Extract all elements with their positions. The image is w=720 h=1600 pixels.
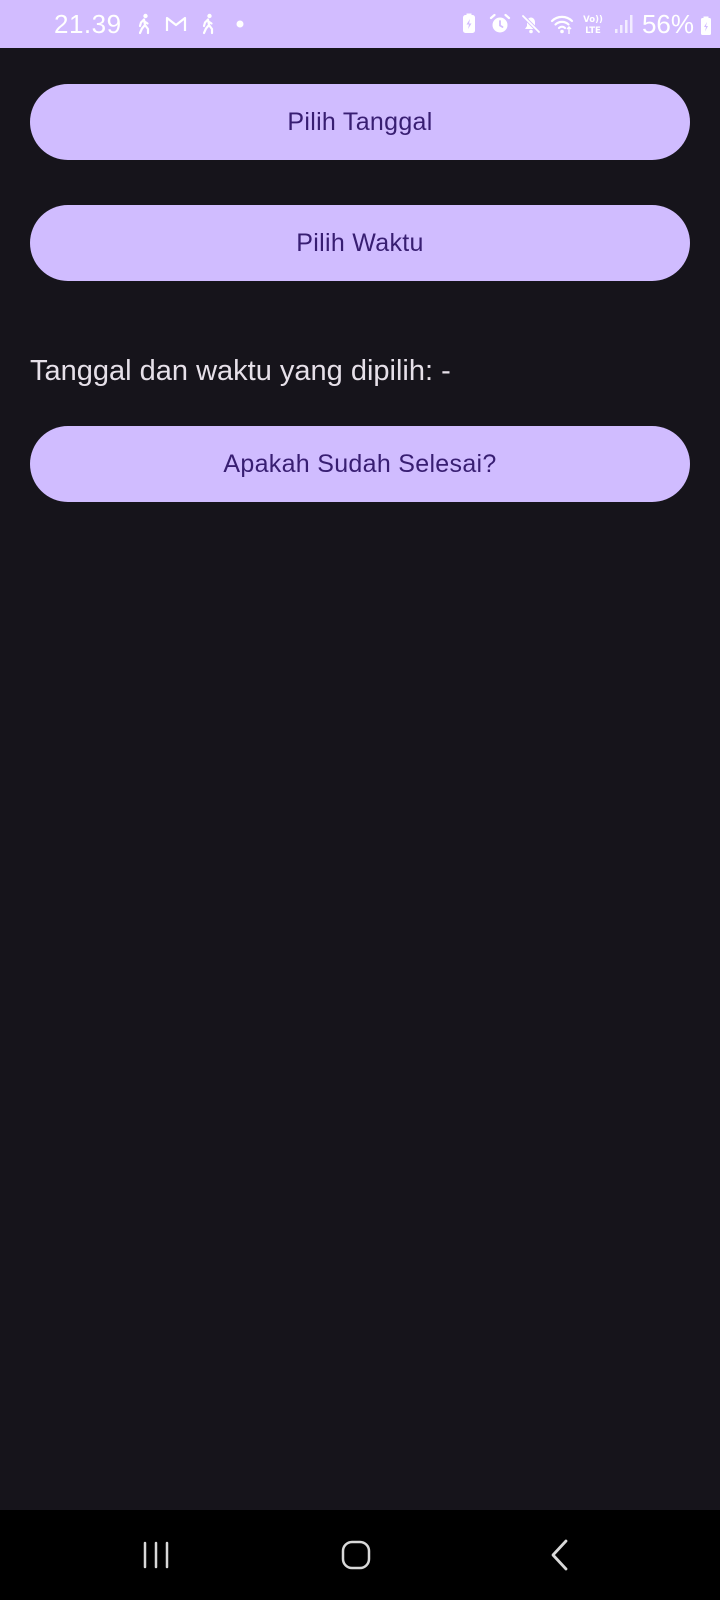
dot-icon [228, 12, 252, 36]
home-icon[interactable] [332, 1532, 380, 1578]
alarm-icon [488, 12, 512, 36]
navigation-bar [0, 1510, 720, 1600]
walk-icon [196, 12, 220, 36]
recents-icon[interactable] [132, 1532, 180, 1578]
gmail-icon [164, 12, 188, 36]
svg-text:LTE: LTE [585, 26, 601, 36]
battery-icon [700, 16, 712, 36]
mute-icon [519, 12, 543, 36]
app-screen: 21.39 Vo)) LTE 56% Pilih Tanggal Pilih W… [0, 0, 720, 1600]
status-bar: 21.39 Vo)) LTE 56% [0, 0, 720, 48]
wifi-icon [550, 12, 574, 36]
pick-time-button[interactable]: Pilih Waktu [30, 205, 690, 281]
walk-icon [132, 12, 156, 36]
done-button[interactable]: Apakah Sudah Selesai? [30, 426, 690, 502]
volte-icon: Vo)) LTE [581, 12, 605, 36]
status-time: 21.39 [54, 9, 122, 39]
battery-saver-icon [457, 12, 481, 36]
status-notification-icons [132, 10, 252, 38]
status-system-icons: Vo)) LTE [457, 10, 636, 38]
battery-percentage: 56% [641, 9, 694, 39]
pick-date-button[interactable]: Pilih Tanggal [30, 84, 690, 160]
selected-datetime-text: Tanggal dan waktu yang dipilih: - [30, 355, 451, 387]
back-icon[interactable] [536, 1532, 584, 1578]
svg-text:Vo)): Vo)) [583, 15, 603, 25]
signal-icon [612, 12, 636, 36]
